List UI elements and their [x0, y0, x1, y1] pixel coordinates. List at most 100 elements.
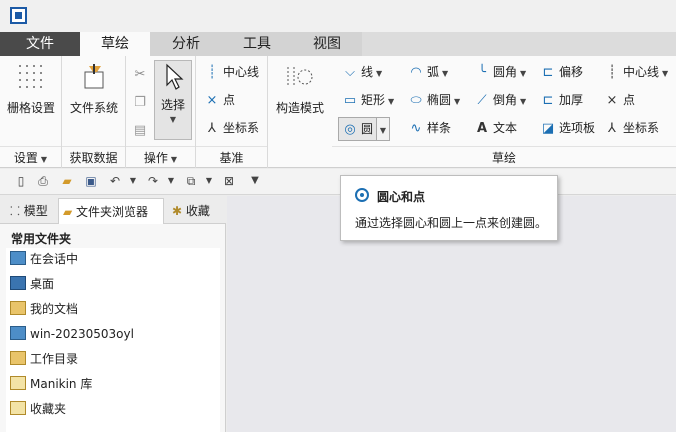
new-icon[interactable]: ▯ [12, 172, 30, 190]
thicken-button[interactable]: ⊏ 加厚 [540, 90, 583, 110]
cut-button[interactable]: ✂ [132, 64, 151, 84]
file-system-button[interactable]: 文件系统 [64, 62, 124, 116]
list-item-manikin-library[interactable]: Manikin 库 [10, 373, 92, 395]
line-button[interactable]: ⌵ 线 ▼ [342, 62, 382, 82]
tab-folder-browser[interactable]: ▰ 文件夹浏览器 [58, 198, 164, 224]
redo-dropdown-icon[interactable]: ▼ [162, 172, 180, 190]
list-item-my-documents[interactable]: 我的文档 [10, 298, 78, 320]
point-icon: × [606, 93, 618, 108]
select-label: 选择 [160, 98, 185, 112]
circle-dropdown[interactable]: ▼ [376, 117, 390, 141]
select-dropdown-icon[interactable]: ▼ [155, 115, 191, 124]
favorites-folder-icon [10, 401, 26, 415]
close-window-icon[interactable]: ⊠ [220, 172, 238, 190]
tab-analysis[interactable]: 分析 [150, 32, 222, 56]
grid-icon [19, 65, 42, 88]
monitor-icon [10, 251, 26, 265]
open-folder-icon[interactable]: ▰ [58, 172, 76, 190]
tab-model-tree[interactable]: ⸬ 模型 [6, 198, 54, 224]
app-icon[interactable] [10, 7, 27, 24]
ellipse-icon: ⬭ [410, 93, 422, 108]
centerline2-button[interactable]: ┊ 中心线 ▼ [604, 62, 668, 82]
computer-icon [10, 326, 26, 340]
csys-button[interactable]: ⅄ 坐标系 [204, 118, 259, 138]
group-datum: ┊ 中心线 × 点 ⅄ 坐标系 基准 [196, 56, 268, 168]
desktop-icon [10, 276, 26, 290]
file-system-label: 文件系统 [69, 101, 118, 115]
group-datum-label: 基准 [196, 146, 267, 168]
grid-settings-button[interactable]: 栅格设置 [2, 62, 60, 116]
point-label: 点 [223, 93, 236, 107]
rectangle-button[interactable]: ▭ 矩形 ▼ [342, 90, 394, 110]
group-sketch-label: 草绘 [332, 146, 676, 168]
group-operations: ✂ ❐ ▤ 选择 ▼ 操作 ▼ [126, 56, 196, 168]
offset-icon: ⊏ [542, 65, 554, 80]
library-icon [10, 376, 26, 390]
tab-file[interactable]: 文件 [0, 32, 80, 56]
list-item-working-directory[interactable]: 工作目录 [10, 348, 78, 370]
circle-icon: ◎ [344, 122, 356, 137]
tab-favorites[interactable]: ✱ 收藏 [168, 198, 222, 224]
documents-icon [10, 301, 26, 315]
group-sketch: ⌵ 线 ▼ ◠ 弧 ▼ ╰ 圆角 ▼ ⊏ 偏移 ┊ 中心线 ▼ ▭ 矩形 ▼ ⬭ 椭圆 ▼ ⟋ 倒角 ▼ ⊏ 加… [332, 56, 676, 168]
select-button[interactable]: 选择 ▼ [154, 60, 192, 140]
save-icon[interactable]: ▣ [82, 172, 100, 190]
list-item-in-session[interactable]: 在会话中 [10, 248, 78, 270]
construct-mode-icon [287, 67, 313, 87]
circle-center-point-icon [355, 188, 369, 202]
chevron-down-icon: ▼ [379, 126, 387, 135]
copy-button[interactable]: ❐ [132, 92, 151, 112]
arc-icon: ◠ [410, 65, 422, 80]
regenerate-icon[interactable]: ⧉ [182, 172, 200, 190]
csys-icon: ⅄ [208, 121, 216, 136]
point-button[interactable]: × 点 [204, 90, 235, 110]
circle-button[interactable]: ◎ 圆 [338, 117, 378, 141]
group-settings-label[interactable]: 设置 ▼ [0, 146, 61, 168]
centerline-button[interactable]: ┊ 中心线 [204, 62, 259, 82]
working-directory-icon [10, 351, 26, 365]
print-icon[interactable]: ⎙ [34, 172, 52, 190]
offset-button[interactable]: ⊏ 偏移 [540, 62, 583, 82]
group-settings: 栅格设置 设置 ▼ [0, 56, 62, 168]
palette-button[interactable]: ◪ 选项板 [540, 118, 595, 138]
paste-button[interactable]: ▤ [132, 120, 151, 140]
point-icon: × [206, 93, 218, 108]
tab-tools[interactable]: 工具 [222, 32, 292, 56]
copy-icon: ❐ [134, 95, 146, 110]
undo-dropdown-icon[interactable]: ▼ [124, 172, 142, 190]
construct-mode-label: 构造模式 [275, 101, 324, 115]
tooltip-description: 通过选择圆心和圆上一点来创建圆。 [355, 216, 548, 230]
group-operations-label[interactable]: 操作 ▼ [126, 146, 195, 168]
scissors-icon: ✂ [134, 67, 146, 82]
chamfer-button[interactable]: ⟋ 倒角 ▼ [474, 90, 526, 110]
list-item-favorites[interactable]: 收藏夹 [10, 398, 66, 420]
regenerate-dropdown-icon[interactable]: ▼ [200, 172, 218, 190]
navigator-panel: ⸬ 模型 ▰ 文件夹浏览器 ✱ 收藏 常用文件夹 在会话中 桌面 我的文档 wi… [0, 196, 226, 432]
csys2-button[interactable]: ⅄ 坐标系 [604, 118, 659, 138]
customize-toolbar-icon[interactable]: ▼ [246, 172, 264, 190]
centerline-label: 中心线 [223, 65, 260, 79]
text-icon: A [476, 121, 488, 136]
list-item-desktop[interactable]: 桌面 [10, 273, 54, 295]
favorites-icon: ✱ [172, 204, 186, 218]
arc-button[interactable]: ◠ 弧 ▼ [408, 62, 448, 82]
list-item-computer[interactable]: win-20230503oyl [10, 323, 134, 345]
line-icon: ⌵ [345, 65, 355, 80]
csys-label: 坐标系 [223, 121, 260, 135]
tab-sketch[interactable]: 草绘 [80, 32, 150, 56]
tab-view[interactable]: 视图 [292, 32, 362, 56]
text-button[interactable]: A 文本 [474, 118, 517, 138]
construct-mode-button[interactable]: 构造模式 [270, 62, 330, 116]
thicken-icon: ⊏ [542, 93, 554, 108]
group-construct: 构造模式 [268, 56, 332, 168]
fillet-button[interactable]: ╰ 圆角 ▼ [474, 62, 526, 82]
navigator-tabs: ⸬ 模型 ▰ 文件夹浏览器 ✱ 收藏 [0, 196, 226, 224]
common-folders-list: 在会话中 桌面 我的文档 win-20230503oyl 工作目录 Maniki… [6, 248, 220, 432]
file-system-icon [84, 64, 104, 89]
undo-icon[interactable]: ↶ [106, 172, 124, 190]
paste-icon: ▤ [133, 123, 147, 138]
ellipse-button[interactable]: ⬭ 椭圆 ▼ [408, 90, 460, 110]
spline-button[interactable]: ∿ 样条 [408, 118, 451, 138]
redo-icon[interactable]: ↷ [144, 172, 162, 190]
point2-button[interactable]: × 点 [604, 90, 635, 110]
